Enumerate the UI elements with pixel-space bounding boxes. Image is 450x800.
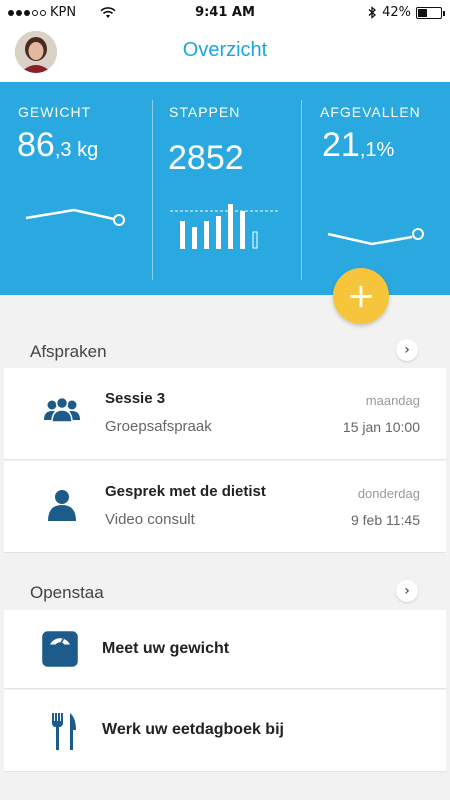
battery-percent: 42% — [382, 5, 411, 20]
stat-steps[interactable]: STAPPEN 2852 — [153, 82, 301, 295]
page-title: Overzicht — [182, 39, 268, 61]
steps-bar-chart — [170, 204, 278, 249]
group-icon — [44, 396, 80, 423]
stat-lost[interactable]: AFGEVALLEN 21,1% — [302, 82, 450, 295]
stat-steps-label: STAPPEN — [169, 104, 241, 120]
stat-weight-value: 86,3 kg — [17, 126, 99, 164]
stat-weight[interactable]: GEWICHT 86,3 kg — [0, 82, 152, 295]
appointment-item[interactable]: Sessie 3 Groepsafspraak maandag 15 jan 1… — [4, 368, 446, 460]
status-bar: KPN 9:41 AM 42% — [0, 0, 450, 26]
battery-icon — [416, 6, 445, 19]
appointment-subtitle: Video consult — [105, 511, 195, 528]
appointment-item[interactable]: Gesprek met de dietist Video consult don… — [4, 461, 446, 553]
stat-lost-label: AFGEVALLEN — [320, 104, 421, 120]
open-tasks-more-button[interactable]: › — [396, 580, 418, 602]
lost-trend-line — [327, 228, 424, 246]
appointments-title: Afspraken — [30, 342, 107, 361]
appointments-more-button[interactable]: › — [396, 339, 418, 361]
task-item[interactable]: Werk uw eetdagboek bij — [4, 690, 446, 772]
appointment-title: Sessie 3 — [105, 390, 166, 407]
appointment-day: maandag — [365, 393, 420, 408]
appointment-date: 9 feb 11:45 — [350, 512, 420, 528]
bluetooth-icon — [368, 6, 377, 19]
appointment-subtitle: Groepsafspraak — [105, 418, 212, 435]
appointment-title: Gesprek met de dietist — [105, 483, 266, 500]
task-title: Werk uw eetdagboek bij — [102, 721, 284, 738]
weight-trend-line — [25, 208, 125, 226]
appointment-day: donderdag — [357, 486, 420, 501]
app-header: Overzicht — [0, 26, 450, 82]
stat-weight-label: GEWICHT — [18, 104, 92, 120]
add-button[interactable]: + — [333, 268, 389, 324]
task-title: Meet uw gewicht — [102, 640, 230, 657]
stat-lost-value: 21,1% — [322, 126, 395, 164]
chevron-right-icon: › — [404, 583, 410, 599]
fork-knife-icon — [52, 713, 76, 750]
battery-area: 42% — [368, 5, 445, 20]
appointment-date: 15 jan 10:00 — [342, 419, 420, 435]
open-tasks-title: Openstaa — [30, 583, 104, 602]
stats-panel: GEWICHT 86,3 kg STAPPEN 2852 AFGEVALLEN — [0, 82, 450, 295]
scale-icon — [42, 631, 78, 667]
chevron-right-icon: › — [404, 342, 410, 358]
task-item[interactable]: Meet uw gewicht — [4, 610, 446, 689]
person-icon — [48, 490, 76, 521]
stat-steps-value: 2852 — [168, 139, 244, 177]
